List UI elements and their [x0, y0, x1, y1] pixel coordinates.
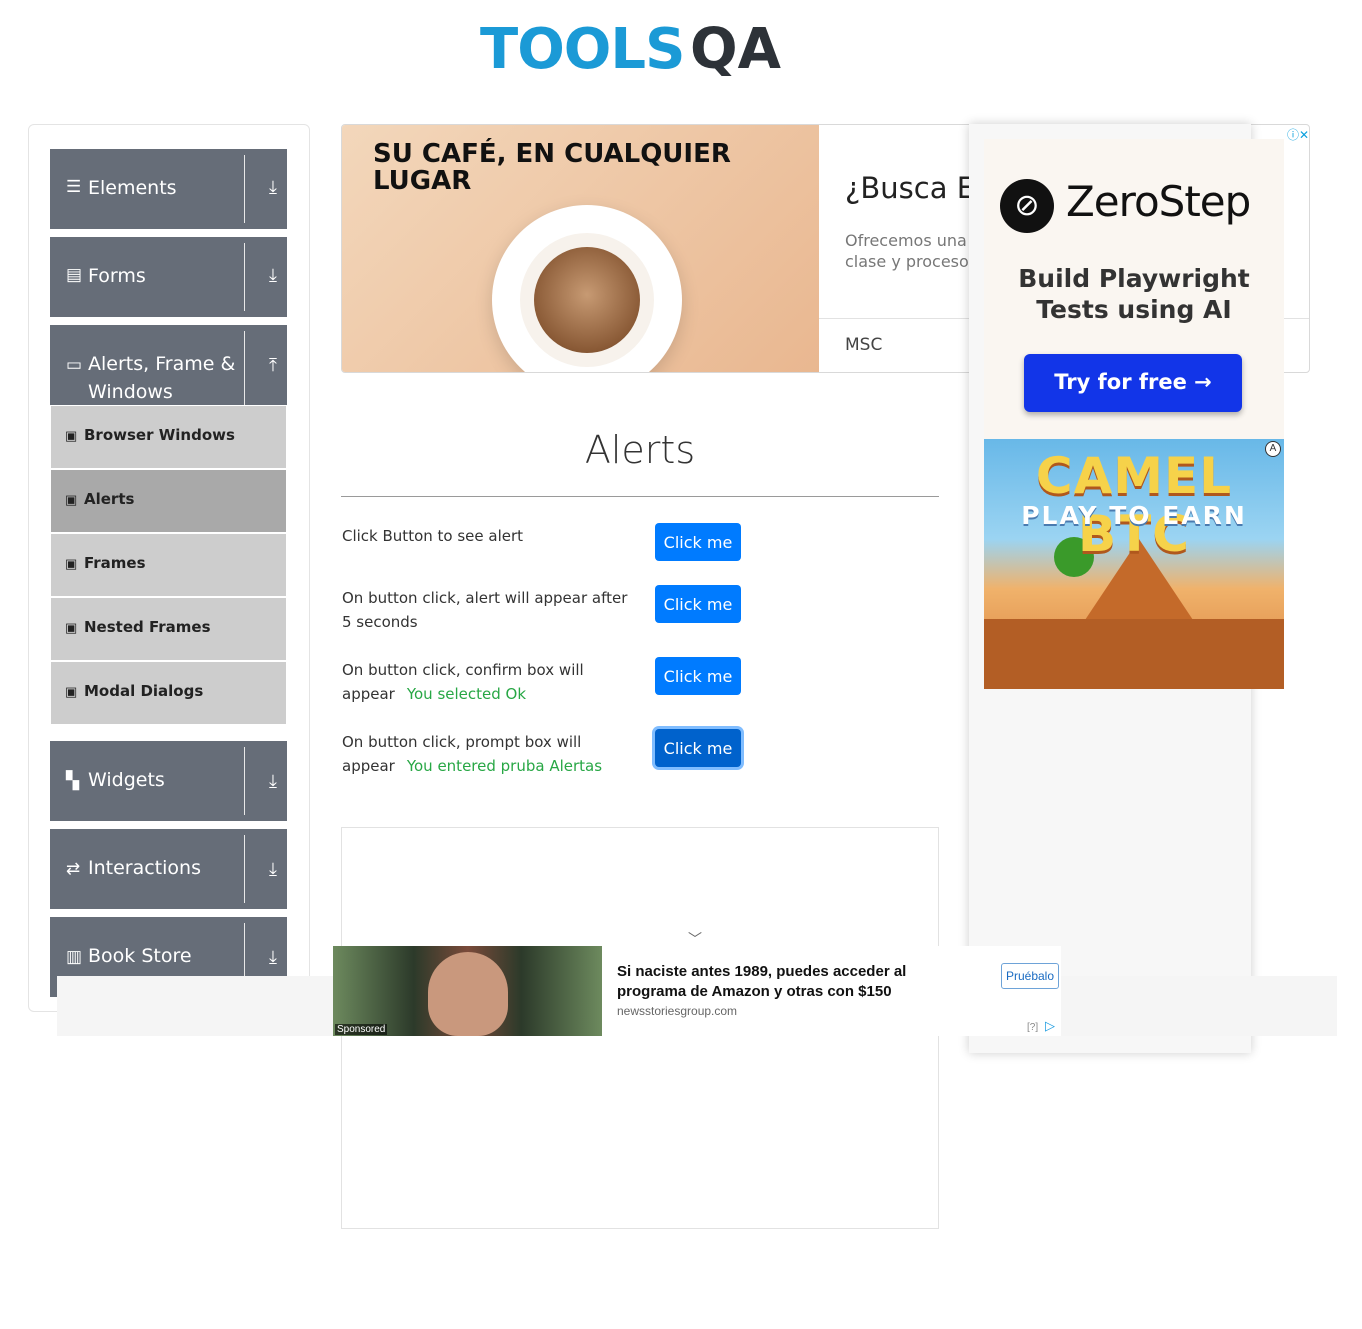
prompt-button[interactable]: Click me: [655, 729, 741, 767]
divider: [244, 155, 245, 223]
sidebar-item-alerts[interactable]: ▣ Alerts: [51, 470, 286, 532]
hamburger-icon: ☰: [66, 177, 82, 196]
sidebar-item-frames[interactable]: ▣ Frames: [51, 534, 286, 596]
zerostep-ad[interactable]: ⊘ ZeroStep Build Playwright Tests using …: [984, 139, 1284, 439]
sidebar-group-widgets[interactable]: ▚ Widgets ⤓: [50, 741, 287, 821]
logo-suffix: QA: [690, 17, 781, 82]
sponsored-label: Sponsored: [335, 1024, 388, 1035]
prompt-row-text: On button click, prompt box will appear Y…: [342, 730, 632, 778]
divider: [244, 331, 245, 405]
camel-btc-ad[interactable]: CAMEL BTC PLAY TO EARN A: [984, 439, 1284, 689]
timer-alert-row-text: On button click, alert will appear after…: [342, 586, 632, 634]
sidebar-group-elements[interactable]: ☰ Elements ⤓: [50, 149, 287, 229]
coffee-ad-image[interactable]: SU CAFÉ, EN CUALQUIER LUGAR: [342, 125, 819, 372]
divider: [341, 496, 939, 497]
zerostep-logo-icon: ⊘: [1000, 179, 1054, 233]
widgets-icon: ▚: [66, 771, 80, 790]
ad-description: Ofrecemos una clase y proceso: [845, 231, 969, 271]
group-label: Forms: [88, 265, 146, 287]
sponsored-headline[interactable]: Si naciste antes 1989, puedes acceder al…: [617, 962, 947, 1002]
logo-text: TOOLS: [480, 17, 685, 82]
divider: [244, 835, 245, 903]
chevron-up-icon[interactable]: ⤒: [269, 355, 277, 376]
adchoices-icon[interactable]: ▷: [1045, 1018, 1055, 1034]
group-label: Elements: [88, 177, 177, 199]
sidebar-item-nested-frames[interactable]: ▣ Nested Frames: [51, 598, 286, 660]
item-icon: ▣: [65, 428, 78, 443]
sidebar-item-browser-windows[interactable]: ▣ Browser Windows: [51, 406, 286, 468]
item-label: Browser Windows: [84, 426, 235, 444]
sponsored-ad[interactable]: Sponsored Si naciste antes 1989, puedes …: [333, 946, 1061, 1036]
item-icon: ▣: [65, 684, 78, 699]
alert-button[interactable]: Click me: [655, 523, 741, 561]
try-for-free-button[interactable]: Try for free →: [1024, 354, 1242, 412]
sponsored-site: newsstoriesgroup.com: [617, 1004, 738, 1018]
timer-alert-button[interactable]: Click me: [655, 585, 741, 623]
item-label: Alerts: [84, 490, 135, 508]
sidebar-group-forms[interactable]: ▤ Forms ⤓: [50, 237, 287, 317]
item-label: Frames: [84, 554, 146, 572]
alert-row-text: Click Button to see alert: [342, 524, 632, 548]
group-label: Interactions: [88, 857, 201, 879]
item-icon: ▣: [65, 620, 78, 635]
chevron-down-icon[interactable]: ⤓: [269, 859, 277, 880]
sidebar-group-interactions[interactable]: ⇄ Interactions ⤓: [50, 829, 287, 909]
item-icon: ▣: [65, 556, 78, 571]
divider: [244, 747, 245, 815]
chevron-down-icon[interactable]: ⤓: [269, 947, 277, 968]
page-title: Alerts: [584, 428, 696, 472]
ad-tagline: Build Playwright Tests using AI: [1018, 264, 1250, 324]
prompt-result: You entered pruba Alertas: [406, 757, 603, 775]
interactions-icon: ⇄: [66, 859, 81, 878]
window-icon: ▭: [66, 355, 83, 374]
ad-advertiser[interactable]: MSC: [845, 335, 882, 355]
coffee-cup-image: [492, 205, 682, 372]
row-label: Click Button to see alert: [342, 527, 524, 545]
group-label: Widgets: [88, 769, 165, 791]
item-label: Modal Dialogs: [84, 682, 204, 700]
bookstore-icon: ▥: [66, 947, 83, 966]
pruebalo-button[interactable]: Pruébalo: [1001, 963, 1059, 989]
toolsqa-logo[interactable]: TOOLS QA: [480, 14, 810, 94]
chevron-down-icon[interactable]: ⤓: [269, 265, 277, 286]
divider: [244, 243, 245, 311]
ad-headline: SU CAFÉ, EN CUALQUIER LUGAR: [373, 139, 731, 196]
confirm-result: You selected Ok: [406, 685, 527, 703]
ad-brand: ZeroStep: [1066, 177, 1251, 226]
document-icon: ▤: [66, 265, 83, 284]
chevron-down-icon[interactable]: ⤓: [269, 771, 277, 792]
group-label: Book Store: [88, 945, 192, 967]
sponsored-ad-image[interactable]: Sponsored: [333, 946, 602, 1036]
item-label: Nested Frames: [84, 618, 211, 636]
group-label: Alerts, Frame & Windows: [88, 353, 236, 403]
adchoices-icon[interactable]: A: [1265, 441, 1281, 457]
ground-shape: [984, 619, 1284, 689]
ad-close-icon[interactable]: ⓘ✕: [1287, 126, 1309, 143]
item-icon: ▣: [65, 492, 78, 507]
row-label: On button click, alert will appear after…: [342, 589, 628, 631]
confirm-button[interactable]: Click me: [655, 657, 741, 695]
game-subtitle: PLAY TO EARN: [1021, 501, 1247, 530]
face-shape: [428, 952, 508, 1036]
chevron-down-icon[interactable]: ⤓: [269, 177, 277, 198]
sidebar-group-alerts-frame-windows[interactable]: ▭ Alerts, Frame & Windows ⤒: [50, 325, 287, 405]
confirm-row-text: On button click, confirm box will appear…: [342, 658, 632, 706]
sidebar-item-modal-dialogs[interactable]: ▣ Modal Dialogs: [51, 662, 286, 724]
ad-info-link[interactable]: [?]: [1027, 1022, 1038, 1033]
right-ad-column: ⊘ ZeroStep Build Playwright Tests using …: [969, 124, 1309, 1053]
